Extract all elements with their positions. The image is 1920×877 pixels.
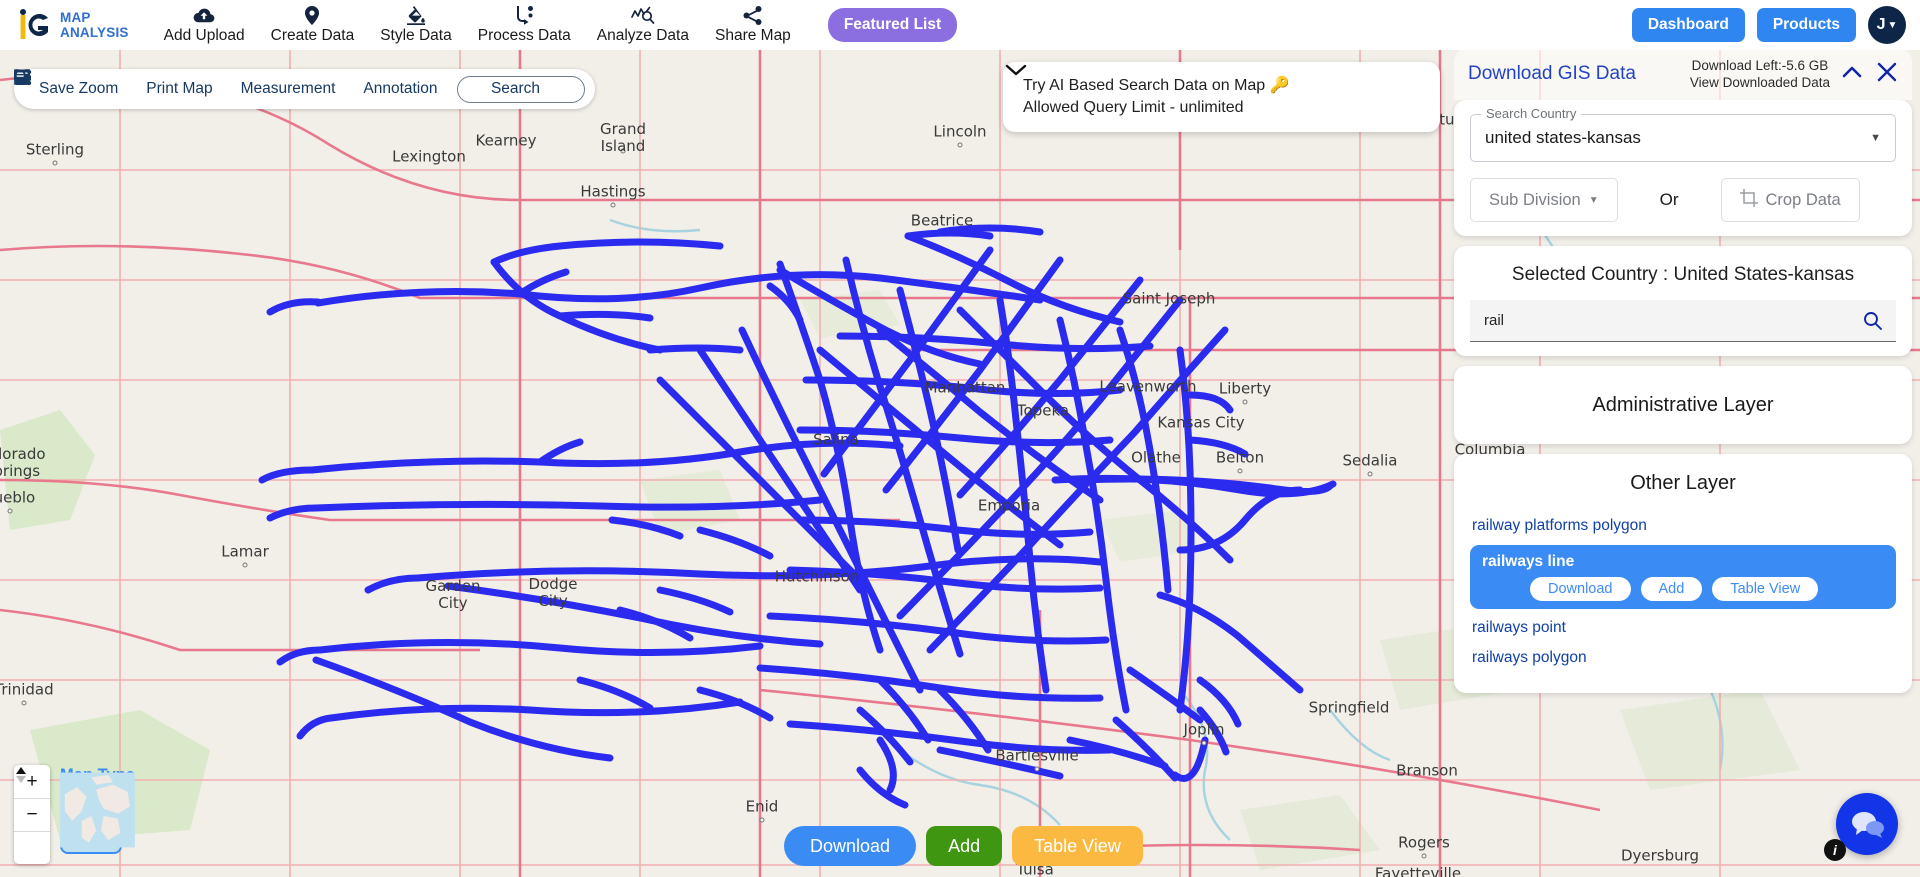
chevron-down-icon: ▼	[1588, 194, 1599, 206]
measurement-label: Measurement	[240, 80, 336, 97]
nav-style-data-label: Style Data	[380, 26, 452, 44]
other-layer-title: Other Layer	[1630, 472, 1736, 494]
nav-create-data[interactable]: Create Data	[258, 4, 368, 47]
view-downloaded-data-link[interactable]: View Downloaded Data	[1690, 74, 1830, 91]
crop-data-label: Crop Data	[1765, 190, 1841, 209]
brand-logo[interactable]: MAP ANALYSIS	[14, 5, 129, 45]
search-country-legend: Search Country	[1481, 106, 1582, 121]
ai-banner-line-2: Allowed Query Limit - unlimited	[1023, 99, 1244, 116]
chevron-down-icon: ▼	[1887, 19, 1898, 31]
layer-action-buttons: Download Add Table View	[1482, 577, 1884, 601]
dashboard-button[interactable]: Dashboard	[1631, 8, 1745, 42]
search-country-select[interactable]: Search Country united states-kansas ▼	[1470, 106, 1896, 162]
nav-share-map-label: Share Map	[714, 26, 791, 44]
key-icon: 🔑	[1269, 77, 1290, 94]
info-icon[interactable]: i	[1824, 839, 1846, 861]
nav-add-upload[interactable]: Add Upload	[151, 4, 258, 47]
map-download-button[interactable]: Download	[784, 826, 917, 866]
or-label: Or	[1659, 190, 1679, 209]
nav-create-data-label: Create Data	[270, 26, 355, 44]
cloud-upload-icon	[193, 6, 215, 26]
map-zoom-controls: + −	[14, 765, 50, 864]
nav-analyze-data[interactable]: Analyze Data	[584, 4, 702, 47]
sub-division-button[interactable]: Sub Division ▼	[1470, 178, 1618, 222]
top-navigation-bar: MAP ANALYSIS Add Upload Create Data Styl…	[0, 0, 1920, 50]
print-map-label: Print Map	[146, 80, 213, 97]
panel-header: Download GIS Data Download Left:-5.6 GB …	[1454, 48, 1912, 100]
panel-title: Download GIS Data	[1468, 63, 1636, 84]
panel-header-icons	[1840, 61, 1898, 88]
paint-bucket-icon	[406, 6, 426, 26]
zoom-out-button[interactable]: −	[14, 798, 50, 831]
selected-country-text: Selected Country : United States-kansas	[1511, 264, 1855, 285]
selected-country-card: Selected Country : United States-kansas	[1454, 246, 1912, 356]
analyze-icon	[631, 6, 655, 26]
nav-add-upload-label: Add Upload	[163, 26, 245, 44]
map-type-thumbnail[interactable]	[60, 772, 135, 854]
map-table-view-button[interactable]: Table View	[1012, 826, 1143, 866]
search-country-value: united states-kansas	[1485, 128, 1641, 147]
compass-icon[interactable]	[14, 767, 50, 864]
annotation-label: Annotation	[363, 80, 438, 97]
nav-style-data[interactable]: Style Data	[367, 4, 465, 47]
map-action-buttons: Download Add Table View	[784, 826, 1143, 866]
brand-line-2: ANALYSIS	[60, 25, 129, 40]
avatar-initial: J	[1876, 16, 1886, 33]
subdivision-or-crop-row: Sub Division ▼ Or Crop Data	[1470, 178, 1896, 222]
layer-item-railways-point[interactable]: railways point	[1470, 613, 1896, 643]
save-zoom-label: Save Zoom	[39, 80, 119, 97]
layer-item-railways-line[interactable]: railways line Download Add Table View	[1470, 545, 1896, 609]
download-left-text: Download Left:-5.6 GB	[1691, 58, 1829, 73]
map-analysis-logo-icon	[14, 5, 54, 45]
app-root: MAP ANALYSIS Add Upload Create Data Styl…	[0, 0, 1920, 877]
products-button[interactable]: Products	[1756, 8, 1856, 42]
ai-banner-line-1: Try AI Based Search Data on Map 🔑	[1023, 77, 1290, 94]
layer-table-view-button[interactable]: Table View	[1712, 577, 1819, 601]
layer-search-box[interactable]	[1470, 300, 1896, 342]
nav-analyze-data-label: Analyze Data	[596, 26, 689, 44]
ai-search-banner[interactable]: Try AI Based Search Data on Map 🔑 Allowe…	[1003, 62, 1440, 132]
print-map-button[interactable]: Print Map	[15, 69, 221, 102]
map-toolbar: Save Zoom Print Map Measurement Annotati…	[14, 69, 595, 109]
ai-banner-text: Try AI Based Search Data on Map 🔑 Allowe…	[1023, 75, 1410, 119]
map-type-control: Map Type	[60, 766, 135, 854]
other-layer-card: Other Layer railway platforms polygon ra…	[1454, 454, 1912, 693]
layer-search-input[interactable]	[1484, 312, 1863, 329]
brand-line-1: MAP	[60, 10, 91, 25]
share-icon	[743, 6, 763, 26]
avatar[interactable]: J ▼	[1868, 6, 1906, 44]
layer-download-button[interactable]: Download	[1530, 577, 1631, 601]
map-search-input[interactable]: Search	[14, 69, 585, 103]
nav-process-data-label: Process Data	[477, 26, 571, 44]
process-icon	[514, 6, 534, 26]
map-add-button[interactable]: Add	[926, 826, 1003, 866]
nav-right-group: Dashboard Products J ▼	[1631, 6, 1906, 44]
nav-share-map[interactable]: Share Map	[702, 4, 804, 47]
map-pin-icon	[305, 6, 320, 26]
layer-item-railways-polygon[interactable]: railways polygon	[1470, 643, 1896, 673]
administrative-layer-card[interactable]: Administrative Layer	[1454, 366, 1912, 444]
country-selection-card: Search Country united states-kansas ▼ Su…	[1454, 100, 1912, 236]
save-zoom-button[interactable]: Save Zoom	[14, 69, 127, 102]
featured-list-button[interactable]: Featured List	[827, 8, 958, 42]
layer-item-railways-line-label: railways line	[1482, 553, 1575, 570]
measurement-button[interactable]: Measurement	[14, 69, 345, 102]
crop-data-button[interactable]: Crop Data	[1720, 178, 1860, 222]
search-icon[interactable]	[1863, 311, 1882, 330]
close-icon[interactable]	[1876, 61, 1898, 88]
nav-process-data[interactable]: Process Data	[465, 4, 584, 47]
administrative-layer-title: Administrative Layer	[1592, 393, 1774, 416]
crop-icon	[1739, 188, 1758, 212]
annotation-button[interactable]: Annotation	[14, 70, 446, 102]
panel-meta: Download Left:-5.6 GB View Downloaded Da…	[1690, 57, 1830, 91]
nav-items: Add Upload Create Data Style Data Proces…	[151, 4, 958, 47]
layer-item-railway-platforms-polygon[interactable]: railway platforms polygon	[1470, 511, 1896, 541]
layer-add-button[interactable]: Add	[1640, 577, 1703, 601]
chevron-down-icon: ▼	[1870, 132, 1881, 144]
chevron-up-icon[interactable]	[1840, 64, 1864, 85]
download-gis-data-panel: Download GIS Data Download Left:-5.6 GB …	[1454, 48, 1912, 868]
sub-division-label: Sub Division	[1489, 190, 1581, 209]
map-search-label: Search	[490, 80, 541, 97]
